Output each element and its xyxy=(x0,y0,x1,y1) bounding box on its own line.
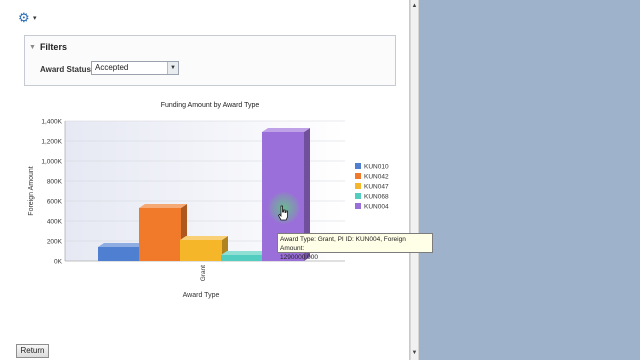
filters-title: Filters xyxy=(39,42,67,52)
bar-top-KUN042 xyxy=(139,204,187,208)
legend-label: KUN047 xyxy=(364,184,389,191)
tooltip-line-1: Award Type: Grant, PI ID: KUN004, Foreig… xyxy=(280,236,406,252)
filters-section: ▼ Filters Award Status Accepted ▼ xyxy=(24,35,396,86)
bar-top-KUN004 xyxy=(262,128,310,132)
toolbar: ⚙ ▾ xyxy=(18,10,37,26)
award-status-select[interactable]: Accepted ▼ xyxy=(91,61,179,75)
x-axis-label: Award Type xyxy=(183,292,220,299)
bar-KUN068 xyxy=(221,255,263,261)
chart-title: Funding Amount by Award Type xyxy=(161,102,260,109)
bar-KUN042 xyxy=(139,208,181,261)
y-tick-label: 0K xyxy=(54,259,63,266)
legend-swatch-KUN068 xyxy=(355,193,361,199)
gear-icon[interactable]: ⚙ xyxy=(18,11,30,24)
legend-label: KUN010 xyxy=(364,164,389,171)
legend-swatch-KUN042 xyxy=(355,173,361,179)
scrollbar[interactable]: ▲ ▼ xyxy=(410,0,419,360)
y-tick-label: 800K xyxy=(47,179,63,186)
bar-KUN047 xyxy=(180,240,222,261)
y-tick-label: 200K xyxy=(47,239,63,246)
y-tick-label: 600K xyxy=(47,199,63,206)
y-tick-label: 1,400K xyxy=(41,119,62,126)
award-status-value: Accepted xyxy=(95,63,129,72)
funding-chart: Funding Amount by Award Type 0K 200K 400K 60… xyxy=(28,102,389,299)
hand-cursor-icon xyxy=(278,205,288,221)
legend-label: KUN068 xyxy=(364,194,389,201)
legend-swatch-KUN004 xyxy=(355,203,361,209)
x-tick-label: Grant xyxy=(200,265,207,281)
chart-tooltip: Award Type: Grant, PI ID: KUN004, Foreig… xyxy=(277,233,433,261)
collapse-toggle-icon[interactable]: ▼ xyxy=(29,44,36,51)
chevron-down-icon[interactable]: ▾ xyxy=(33,14,37,22)
chevron-down-icon[interactable]: ▼ xyxy=(167,62,178,74)
y-tick-label: 400K xyxy=(47,219,63,226)
bar-top-KUN047 xyxy=(180,236,228,240)
bar-top-KUN068 xyxy=(221,251,269,255)
legend-swatch-KUN010 xyxy=(355,163,361,169)
legend-swatch-KUN047 xyxy=(355,183,361,189)
scroll-down-icon[interactable]: ▼ xyxy=(411,349,418,358)
y-tick-label: 1,000K xyxy=(41,159,62,166)
bar-KUN010 xyxy=(98,247,140,261)
report-panel: ⚙ ▾ ▼ Filters Award Status Accepted ▼ Fu… xyxy=(0,0,410,360)
return-button[interactable]: Return xyxy=(16,344,49,358)
scroll-up-icon[interactable]: ▲ xyxy=(411,2,418,11)
y-tick-label: 1,200K xyxy=(41,139,62,146)
tooltip-line-2: 1290000.000 xyxy=(280,254,318,261)
award-status-label: Award Status xyxy=(40,65,91,74)
y-axis-label: Foreign Amount xyxy=(28,166,35,215)
filters-header[interactable]: ▼ Filters xyxy=(29,42,67,52)
bar-top-KUN010 xyxy=(98,243,146,247)
legend-label: KUN042 xyxy=(364,174,389,181)
legend-label: KUN004 xyxy=(364,204,389,211)
